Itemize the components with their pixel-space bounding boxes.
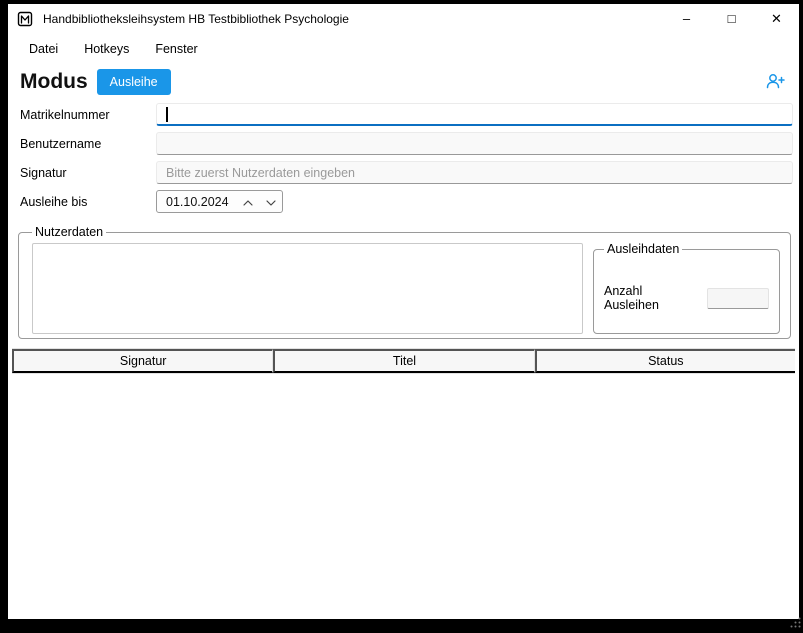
- nutzerdaten-inner: Ausleihdaten Anzahl Ausleihen: [32, 241, 780, 334]
- mode-row: Modus Ausleihe: [8, 64, 799, 101]
- window-controls: – □ ✕: [664, 4, 799, 33]
- menu-item-fenster[interactable]: Fenster: [142, 36, 210, 62]
- benutzername-input[interactable]: [156, 132, 793, 155]
- library-app-icon: [17, 11, 33, 27]
- menu-item-datei[interactable]: Datei: [16, 36, 71, 62]
- menu-bar: Datei Hotkeys Fenster: [8, 33, 799, 64]
- column-header-signatur[interactable]: Signatur: [12, 349, 273, 373]
- anzahl-ausleihen-input[interactable]: [707, 288, 769, 309]
- text-caret: [166, 107, 168, 122]
- signatur-label: Signatur: [20, 166, 156, 180]
- matrikelnummer-label: Matrikelnummer: [20, 108, 156, 122]
- app-window: Handbibliotheksleihsystem HB Testbibliot…: [8, 4, 799, 619]
- lending-form: Matrikelnummer Benutzername Signatur Aus…: [8, 101, 799, 219]
- chevron-up-icon: [243, 194, 253, 209]
- table-header-row: Signatur Titel Status: [12, 348, 795, 374]
- close-button[interactable]: ✕: [754, 4, 799, 33]
- mode-title: Modus: [20, 70, 88, 94]
- matrikelnummer-row: Matrikelnummer: [20, 103, 793, 126]
- mode-ausleihe-button[interactable]: Ausleihe: [97, 69, 171, 95]
- matrikelnummer-field-wrap: [156, 103, 793, 126]
- column-header-status[interactable]: Status: [535, 349, 795, 373]
- benutzername-field-wrap: [156, 132, 793, 155]
- add-user-button[interactable]: [761, 70, 789, 94]
- title-bar: Handbibliotheksleihsystem HB Testbibliot…: [8, 4, 799, 33]
- person-add-icon: [764, 72, 786, 93]
- maximize-button[interactable]: □: [709, 4, 754, 33]
- ausleihdaten-legend: Ausleihdaten: [604, 242, 682, 256]
- chevron-down-icon: [266, 194, 276, 209]
- window-title: Handbibliotheksleihsystem HB Testbibliot…: [43, 12, 349, 26]
- date-spin-up-button[interactable]: [236, 191, 259, 212]
- signatur-field-wrap: [156, 161, 793, 184]
- ausleihe-bis-date-picker[interactable]: 01.10.2024: [156, 190, 283, 213]
- nutzerdaten-group: Nutzerdaten Ausleihdaten Anzahl Ausleihe…: [18, 225, 791, 339]
- column-header-titel[interactable]: Titel: [273, 349, 534, 373]
- ausleihe-bis-label: Ausleihe bis: [20, 195, 156, 209]
- nutzerdaten-textarea[interactable]: [32, 243, 583, 334]
- benutzername-row: Benutzername: [20, 132, 793, 155]
- signatur-row: Signatur: [20, 161, 793, 184]
- anzahl-ausleihen-label: Anzahl Ausleihen: [604, 284, 698, 312]
- resize-grip-icon[interactable]: [789, 615, 802, 633]
- anzahl-row: Anzahl Ausleihen: [604, 284, 769, 312]
- date-value: 01.10.2024: [157, 195, 236, 209]
- menu-item-hotkeys[interactable]: Hotkeys: [71, 36, 142, 62]
- ausleihe-bis-row: Ausleihe bis 01.10.2024: [20, 190, 793, 213]
- matrikelnummer-input[interactable]: [156, 103, 793, 126]
- benutzername-label: Benutzername: [20, 137, 156, 151]
- ausleihdaten-group: Ausleihdaten Anzahl Ausleihen: [593, 242, 780, 334]
- table-body: [12, 374, 795, 619]
- date-spin-down-button[interactable]: [259, 191, 282, 212]
- minimize-button[interactable]: –: [664, 4, 709, 33]
- nutzerdaten-legend: Nutzerdaten: [32, 225, 106, 239]
- signatur-input[interactable]: [156, 161, 793, 184]
